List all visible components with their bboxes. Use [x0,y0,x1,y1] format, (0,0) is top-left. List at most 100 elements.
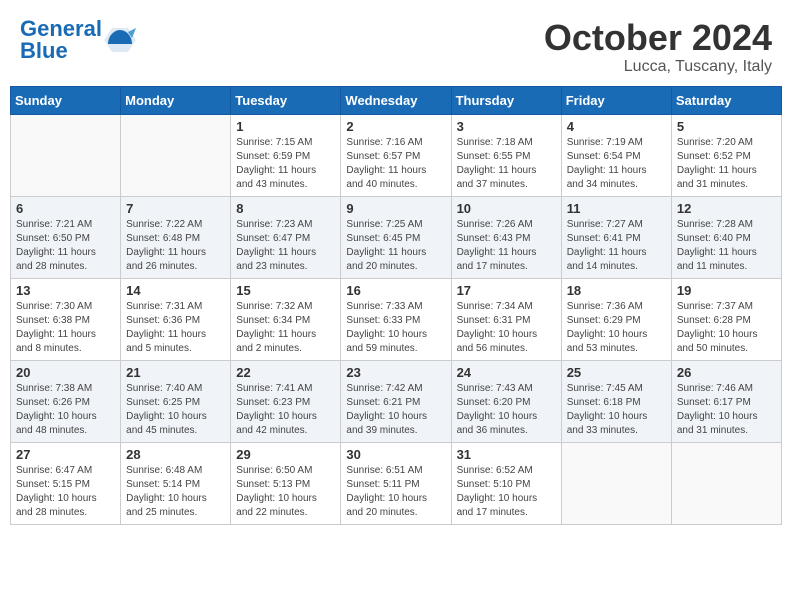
sunrise-text: Sunrise: 7:37 AM [677,300,776,314]
calendar-cell [11,114,121,196]
sunrise-text: Sunrise: 7:22 AM [126,218,225,232]
day-info: Sunrise: 6:47 AMSunset: 5:15 PMDaylight:… [16,464,115,520]
calendar-cell: 22Sunrise: 7:41 AMSunset: 6:23 PMDayligh… [231,360,341,442]
day-number: 10 [457,201,556,216]
sunrise-text: Sunrise: 7:31 AM [126,300,225,314]
calendar-cell: 24 Sunrise: 7:43 AMSunset: 6:20 PMDayligh… [451,360,561,442]
calendar-week-row: 6 Sunrise: 7:21 AMSunset: 6:50 PMDaylight… [11,196,782,278]
sunrise-text: Sunrise: 7:15 AM [236,136,335,150]
calendar-cell: 5Sunrise: 7:20 AMSunset: 6:52 PMDaylight… [671,114,781,196]
sunset-text: Sunset: 5:14 PM [126,478,225,492]
day-info: Sunrise: 7:22 AMSunset: 6:48 PMDaylight:… [126,218,225,274]
sunset-text: Sunset: 6:38 PM [16,314,115,328]
day-number: 6 [16,201,115,216]
day-number: 11 [567,201,666,216]
day-number: 17 [457,283,556,298]
sunset-text: Sunset: 6:26 PM [16,396,115,410]
daylight-text: Daylight: 10 hours and 42 minutes. [236,410,335,438]
sunrise-text: Sunrise: 7:45 AM [567,382,666,396]
day-number: 22 [236,365,335,380]
day-info: Sunrise: 7:32 AMSunset: 6:34 PMDaylight:… [236,300,335,356]
day-number: 12 [677,201,776,216]
column-header-tuesday: Tuesday [231,86,341,114]
day-number: 16 [346,283,445,298]
daylight-text: Daylight: 10 hours and 56 minutes. [457,328,556,356]
daylight-text: Daylight: 11 hours and 37 minutes. [457,164,556,192]
calendar-cell: 20Sunrise: 7:38 AMSunset: 6:26 PMDayligh… [11,360,121,442]
sunrise-text: Sunrise: 7:20 AM [677,136,776,150]
day-info: Sunrise: 6:48 AMSunset: 5:14 PMDaylight:… [126,464,225,520]
day-number: 8 [236,201,335,216]
calendar-week-row: 20Sunrise: 7:38 AMSunset: 6:26 PMDayligh… [11,360,782,442]
day-number: 14 [126,283,225,298]
calendar-cell: 27 Sunrise: 6:47 AMSunset: 5:15 PMDayligh… [11,442,121,524]
sunrise-text: Sunrise: 7:38 AM [16,382,115,396]
day-info: Sunrise: 7:23 AMSunset: 6:47 PMDaylight:… [236,218,335,274]
sunrise-text: Sunrise: 7:16 AM [346,136,445,150]
sunset-text: Sunset: 6:21 PM [346,396,445,410]
day-info: Sunrise: 7:21 AMSunset: 6:50 PMDaylight:… [16,218,115,274]
day-number: 27 [16,447,115,462]
sunset-text: Sunset: 6:29 PM [567,314,666,328]
day-info: Sunrise: 6:51 AMSunset: 5:11 PMDaylight:… [346,464,445,520]
daylight-text: Daylight: 11 hours and 2 minutes. [236,328,335,356]
sunset-text: Sunset: 6:45 PM [346,232,445,246]
sunset-text: Sunset: 6:47 PM [236,232,335,246]
sunset-text: Sunset: 6:23 PM [236,396,335,410]
day-info: Sunrise: 7:37 AMSunset: 6:28 PMDaylight:… [677,300,776,356]
sunrise-text: Sunrise: 7:36 AM [567,300,666,314]
day-number: 15 [236,283,335,298]
daylight-text: Daylight: 11 hours and 40 minutes. [346,164,445,192]
day-number: 1 [236,119,335,134]
calendar-cell: 23Sunrise: 7:42 AMSunset: 6:21 PMDayligh… [341,360,451,442]
day-info: Sunrise: 7:16 AMSunset: 6:57 PMDaylight:… [346,136,445,192]
sunset-text: Sunset: 6:41 PM [567,232,666,246]
logo: General Blue [20,18,136,62]
sunrise-text: Sunrise: 7:27 AM [567,218,666,232]
day-info: Sunrise: 7:33 AMSunset: 6:33 PMDaylight:… [346,300,445,356]
daylight-text: Daylight: 11 hours and 34 minutes. [567,164,666,192]
calendar-week-row: 13Sunrise: 7:30 AMSunset: 6:38 PMDayligh… [11,278,782,360]
sunrise-text: Sunrise: 7:21 AM [16,218,115,232]
calendar-cell: 7 Sunrise: 7:22 AMSunset: 6:48 PMDaylight… [121,196,231,278]
daylight-text: Daylight: 10 hours and 22 minutes. [236,492,335,520]
sunrise-text: Sunrise: 6:51 AM [346,464,445,478]
calendar-cell [671,442,781,524]
sunset-text: Sunset: 6:55 PM [457,150,556,164]
daylight-text: Daylight: 11 hours and 8 minutes. [16,328,115,356]
day-info: Sunrise: 7:43 AMSunset: 6:20 PMDaylight:… [457,382,556,438]
sunset-text: Sunset: 6:43 PM [457,232,556,246]
daylight-text: Daylight: 10 hours and 45 minutes. [126,410,225,438]
daylight-text: Daylight: 11 hours and 23 minutes. [236,246,335,274]
day-number: 2 [346,119,445,134]
sunrise-text: Sunrise: 6:52 AM [457,464,556,478]
page-header: General Blue October 2024 Lucca, Tuscany… [10,10,782,82]
calendar-cell: 6 Sunrise: 7:21 AMSunset: 6:50 PMDaylight… [11,196,121,278]
day-number: 7 [126,201,225,216]
daylight-text: Daylight: 10 hours and 33 minutes. [567,410,666,438]
calendar-table: SundayMondayTuesdayWednesdayThursdayFrid… [10,86,782,525]
sunset-text: Sunset: 6:36 PM [126,314,225,328]
sunrise-text: Sunrise: 7:32 AM [236,300,335,314]
daylight-text: Daylight: 11 hours and 31 minutes. [677,164,776,192]
calendar-cell: 12Sunrise: 7:28 AMSunset: 6:40 PMDayligh… [671,196,781,278]
daylight-text: Daylight: 10 hours and 31 minutes. [677,410,776,438]
sunrise-text: Sunrise: 7:40 AM [126,382,225,396]
sunset-text: Sunset: 5:11 PM [346,478,445,492]
sunrise-text: Sunrise: 6:47 AM [16,464,115,478]
daylight-text: Daylight: 10 hours and 17 minutes. [457,492,556,520]
daylight-text: Daylight: 10 hours and 25 minutes. [126,492,225,520]
day-number: 25 [567,365,666,380]
day-number: 19 [677,283,776,298]
sunset-text: Sunset: 6:25 PM [126,396,225,410]
column-header-friday: Friday [561,86,671,114]
column-header-saturday: Saturday [671,86,781,114]
day-number: 24 [457,365,556,380]
month-title: October 2024 [544,18,772,58]
day-number: 30 [346,447,445,462]
sunrise-text: Sunrise: 6:48 AM [126,464,225,478]
sunrise-text: Sunrise: 7:25 AM [346,218,445,232]
daylight-text: Daylight: 10 hours and 59 minutes. [346,328,445,356]
sunrise-text: Sunrise: 7:33 AM [346,300,445,314]
day-info: Sunrise: 7:42 AMSunset: 6:21 PMDaylight:… [346,382,445,438]
